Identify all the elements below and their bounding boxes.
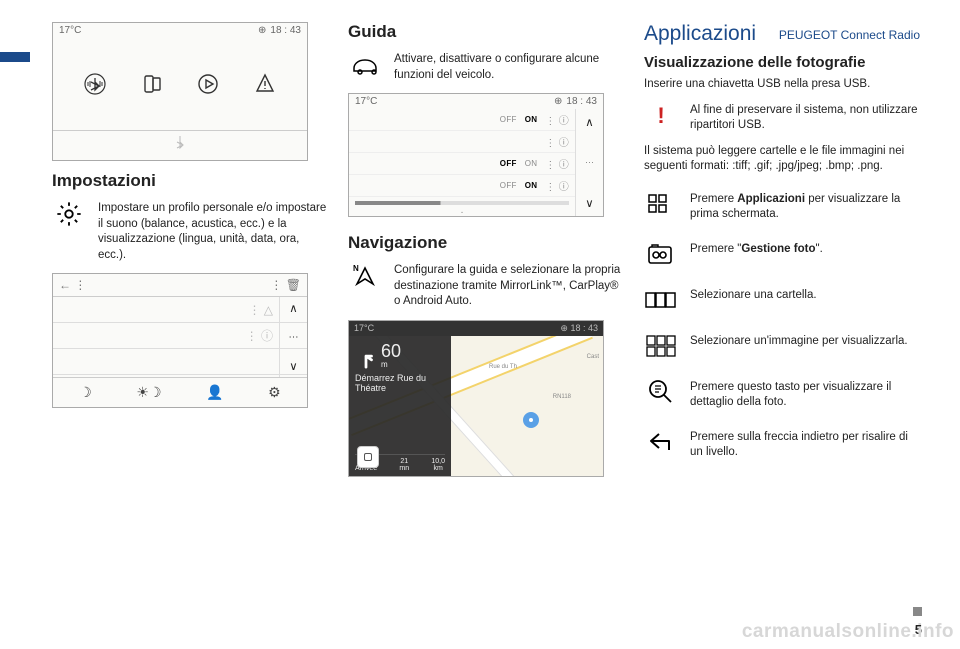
- location-marker-icon: [523, 412, 539, 428]
- col-2: Guida Attivare, disattivare o configurar…: [348, 22, 624, 477]
- compass-arrow-icon: N: [348, 261, 382, 291]
- col-1: 17°C ⊕ 18 : 43: [52, 22, 328, 477]
- chevron-up-icon: ∧: [585, 115, 593, 129]
- nav-app-icon: [253, 72, 277, 96]
- status-time: 18 : 43: [270, 25, 301, 36]
- status-temp: 17°C: [355, 96, 377, 107]
- status-time: 18 : 43: [566, 96, 597, 107]
- chevron-down-icon: ∨: [585, 196, 593, 210]
- status-time: 18 : 43: [570, 323, 598, 333]
- nav-distance: 60: [381, 342, 401, 360]
- photo-heading: Visualizzazione delle fotografie: [644, 54, 920, 71]
- magnify-detail-icon: [644, 377, 678, 407]
- gear-icon: [52, 199, 86, 229]
- settings-heading: Impostazioni: [52, 171, 328, 191]
- car-icon: [348, 50, 382, 80]
- trash-icon: ⋮ 🗑: [270, 278, 301, 292]
- road-label: Rue du Th: [489, 364, 517, 370]
- screenshot-guida: 17°C ⊕ 18 : 43 OFFON⋮ ⓘ ⋮ ⓘ OFFON⋮ ⓘ OFF…: [348, 93, 604, 217]
- settings-desc: Impostare un profilo personale e/o impos…: [98, 199, 328, 263]
- svg-text:N: N: [353, 264, 359, 273]
- left-accent-bar: [0, 52, 30, 62]
- screenshot-nav: 17°C ⊕ 18 : 43 Rue du Th RN118 Cast 60m …: [348, 320, 604, 477]
- apps-grid-icon: [644, 189, 678, 219]
- phone-icon: [140, 72, 164, 96]
- screenshot-home: 17°C ⊕ 18 : 43: [52, 22, 308, 161]
- status-temp: 17°C: [354, 323, 374, 333]
- back-icon: ← ⋮: [59, 278, 86, 292]
- nav-distance-unit: m: [381, 360, 401, 369]
- photo-manage-icon: [644, 239, 678, 269]
- folder-icon: [644, 285, 678, 315]
- auto-brightness-icon: ☀☽: [136, 384, 161, 401]
- instr-text: Premere Applicazioni per visualizzare la…: [690, 189, 920, 223]
- nav-desc: Configurare la guida e selezionare la pr…: [394, 261, 624, 310]
- bluetooth-icon: [83, 72, 107, 96]
- road-label: RN118: [553, 394, 571, 400]
- road-label: Cast: [587, 354, 599, 360]
- image-grid-icon: [644, 331, 678, 361]
- instr-text: Premere sulla freccia indietro per risal…: [690, 427, 920, 461]
- back-arrow-icon: [644, 427, 678, 457]
- guida-desc: Attivare, disattivare o configurare alcu…: [394, 50, 624, 83]
- status-temp: 17°C: [59, 25, 81, 36]
- media-icon: [196, 72, 220, 96]
- usb-text: Inserire una chiavetta USB nella presa U…: [644, 77, 920, 93]
- profile-icon: 👤: [206, 384, 223, 401]
- instr-text: Premere "Gestione foto".: [690, 239, 920, 258]
- formats-text: Il sistema può leggere cartelle e le fil…: [644, 144, 920, 175]
- nav-street: Démarrez Rue du Théatre: [355, 373, 445, 395]
- warning-block: ! Al fine di preservare il sistema, non …: [644, 101, 920, 134]
- chevron-up-icon: ∧: [289, 301, 297, 315]
- instr-text: Selezionare una cartella.: [690, 285, 920, 304]
- gear-small-icon: ⚙: [268, 384, 281, 401]
- header-brand: PEUGEOT Connect Radio: [779, 28, 920, 42]
- nav-heading: Navigazione: [348, 233, 624, 253]
- warning-icon: !: [644, 101, 678, 131]
- turn-arrow-icon: [355, 347, 377, 369]
- screenshot-footer: [53, 130, 307, 160]
- chevron-down-icon: ∨: [289, 359, 297, 373]
- warning-text: Al fine di preservare il sistema, non ut…: [690, 101, 920, 134]
- guida-heading: Guida: [348, 22, 624, 42]
- instr-text: Premere questo tasto per visualizzare il…: [690, 377, 920, 411]
- stop-nav-button: [357, 446, 379, 468]
- instr-text: Selezionare un'immagine per visualizzarl…: [690, 331, 920, 350]
- night-icon: ☽: [79, 384, 92, 401]
- screenshot-settings: ← ⋮ ⋮ 🗑 ⋮ △ ⋮ ⓘ ∧ ⋯ ∨ ☽ ☀☽ 👤 ⚙: [52, 273, 308, 408]
- watermark: carmanualsonline.info: [742, 621, 954, 643]
- statusbar: 17°C ⊕ 18 : 43: [53, 23, 307, 38]
- col-3: Applicazioni Visualizzazione delle fotog…: [644, 22, 920, 477]
